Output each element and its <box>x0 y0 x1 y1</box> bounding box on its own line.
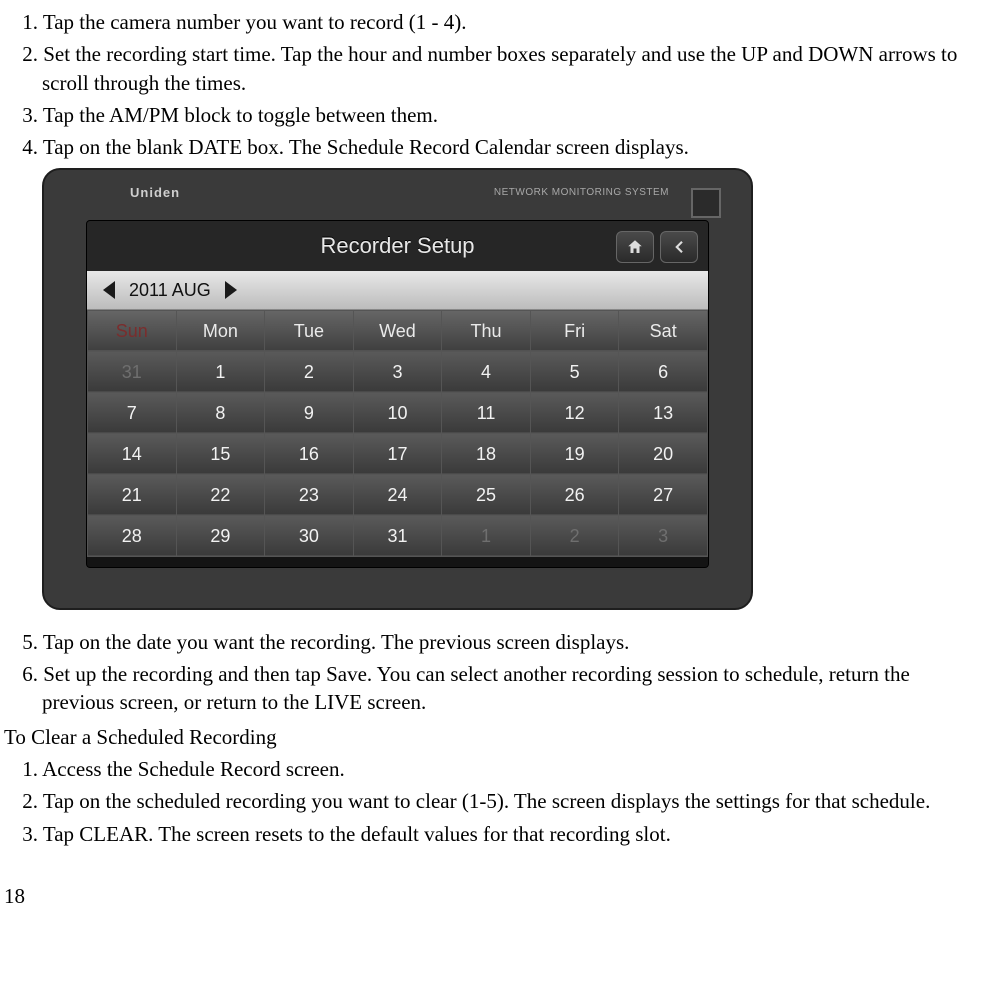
prev-month-button[interactable] <box>103 281 115 299</box>
device-brand: Uniden <box>130 184 180 202</box>
calendar-day-cell[interactable]: 29 <box>176 515 265 556</box>
calendar-day-cell[interactable]: 28 <box>88 515 177 556</box>
calendar-day-cell[interactable]: 24 <box>353 474 442 515</box>
next-month-button[interactable] <box>225 281 237 299</box>
calendar-day-cell: 2 <box>530 515 619 556</box>
calendar-day-header: Thu <box>442 310 531 351</box>
calendar-day-cell[interactable]: 15 <box>176 433 265 474</box>
device-power-button[interactable] <box>691 188 721 218</box>
calendar-day-cell[interactable]: 1 <box>176 351 265 392</box>
calendar-day-header: Mon <box>176 310 265 351</box>
calendar-day-cell[interactable]: 12 <box>530 392 619 433</box>
calendar-day-header: Wed <box>353 310 442 351</box>
calendar-day-cell[interactable]: 4 <box>442 351 531 392</box>
instruction-step: 1. Tap the camera number you want to rec… <box>4 8 984 36</box>
calendar-day-cell: 3 <box>619 515 708 556</box>
calendar-day-cell[interactable]: 27 <box>619 474 708 515</box>
calendar-day-cell[interactable]: 9 <box>265 392 354 433</box>
device-screenshot: Uniden NETWORK MONITORING SYSTEM Recorde… <box>42 168 753 610</box>
device-status-bar: Uniden NETWORK MONITORING SYSTEM <box>44 184 751 210</box>
month-navigation-bar: 2011 AUG <box>87 271 708 310</box>
instruction-step: 3. Tap the AM/PM block to toggle between… <box>4 101 984 129</box>
calendar-day-cell[interactable]: 7 <box>88 392 177 433</box>
calendar-day-cell[interactable]: 21 <box>88 474 177 515</box>
calendar-day-cell[interactable]: 19 <box>530 433 619 474</box>
calendar-day-cell: 1 <box>442 515 531 556</box>
instruction-step: 1. Access the Schedule Record screen. <box>4 755 984 783</box>
calendar-day-cell[interactable]: 26 <box>530 474 619 515</box>
calendar-day-cell[interactable]: 10 <box>353 392 442 433</box>
instruction-step: 5. Tap on the date you want the recordin… <box>4 628 984 656</box>
month-label: 2011 AUG <box>129 278 211 302</box>
calendar-day-cell[interactable]: 23 <box>265 474 354 515</box>
calendar-day-cell[interactable]: 22 <box>176 474 265 515</box>
page-number: 18 <box>4 882 984 910</box>
back-icon <box>670 238 688 256</box>
instruction-step: 2. Set the recording start time. Tap the… <box>4 40 984 97</box>
app-title: Recorder Setup <box>320 231 474 261</box>
instruction-step: 6. Set up the recording and then tap Sav… <box>4 660 984 717</box>
instruction-step: 2. Tap on the scheduled recording you wa… <box>4 787 984 815</box>
instruction-step: 4. Tap on the blank DATE box. The Schedu… <box>4 133 984 161</box>
calendar-day-cell[interactable]: 5 <box>530 351 619 392</box>
calendar-day-cell[interactable]: 16 <box>265 433 354 474</box>
device-screen: Recorder Setup 2011 AUG SunMonTueWedThuF… <box>86 220 709 568</box>
calendar-footer-area <box>87 557 708 568</box>
calendar-day-header: Sat <box>619 310 708 351</box>
section-heading-clear: To Clear a Scheduled Recording <box>4 723 984 751</box>
calendar-day-cell[interactable]: 30 <box>265 515 354 556</box>
calendar-day-cell[interactable]: 31 <box>353 515 442 556</box>
calendar-day-cell[interactable]: 2 <box>265 351 354 392</box>
back-button[interactable] <box>660 231 698 263</box>
home-icon <box>626 238 644 256</box>
calendar-day-cell[interactable]: 3 <box>353 351 442 392</box>
calendar-day-header: Tue <box>265 310 354 351</box>
device-system-label: NETWORK MONITORING SYSTEM <box>494 186 669 200</box>
home-button[interactable] <box>616 231 654 263</box>
calendar-day-cell[interactable]: 8 <box>176 392 265 433</box>
instruction-step: 3. Tap CLEAR. The screen resets to the d… <box>4 820 984 848</box>
calendar-day-cell: 31 <box>88 351 177 392</box>
app-header: Recorder Setup <box>87 221 708 271</box>
calendar-day-cell[interactable]: 6 <box>619 351 708 392</box>
calendar-table: SunMonTueWedThuFriSat 311234567891011121… <box>87 310 708 557</box>
calendar-day-cell[interactable]: 25 <box>442 474 531 515</box>
calendar-day-header: Fri <box>530 310 619 351</box>
calendar-day-cell[interactable]: 20 <box>619 433 708 474</box>
calendar-day-header: Sun <box>88 310 177 351</box>
calendar-day-cell[interactable]: 17 <box>353 433 442 474</box>
calendar-day-cell[interactable]: 13 <box>619 392 708 433</box>
calendar-day-cell[interactable]: 11 <box>442 392 531 433</box>
calendar-day-cell[interactable]: 14 <box>88 433 177 474</box>
calendar-day-cell[interactable]: 18 <box>442 433 531 474</box>
